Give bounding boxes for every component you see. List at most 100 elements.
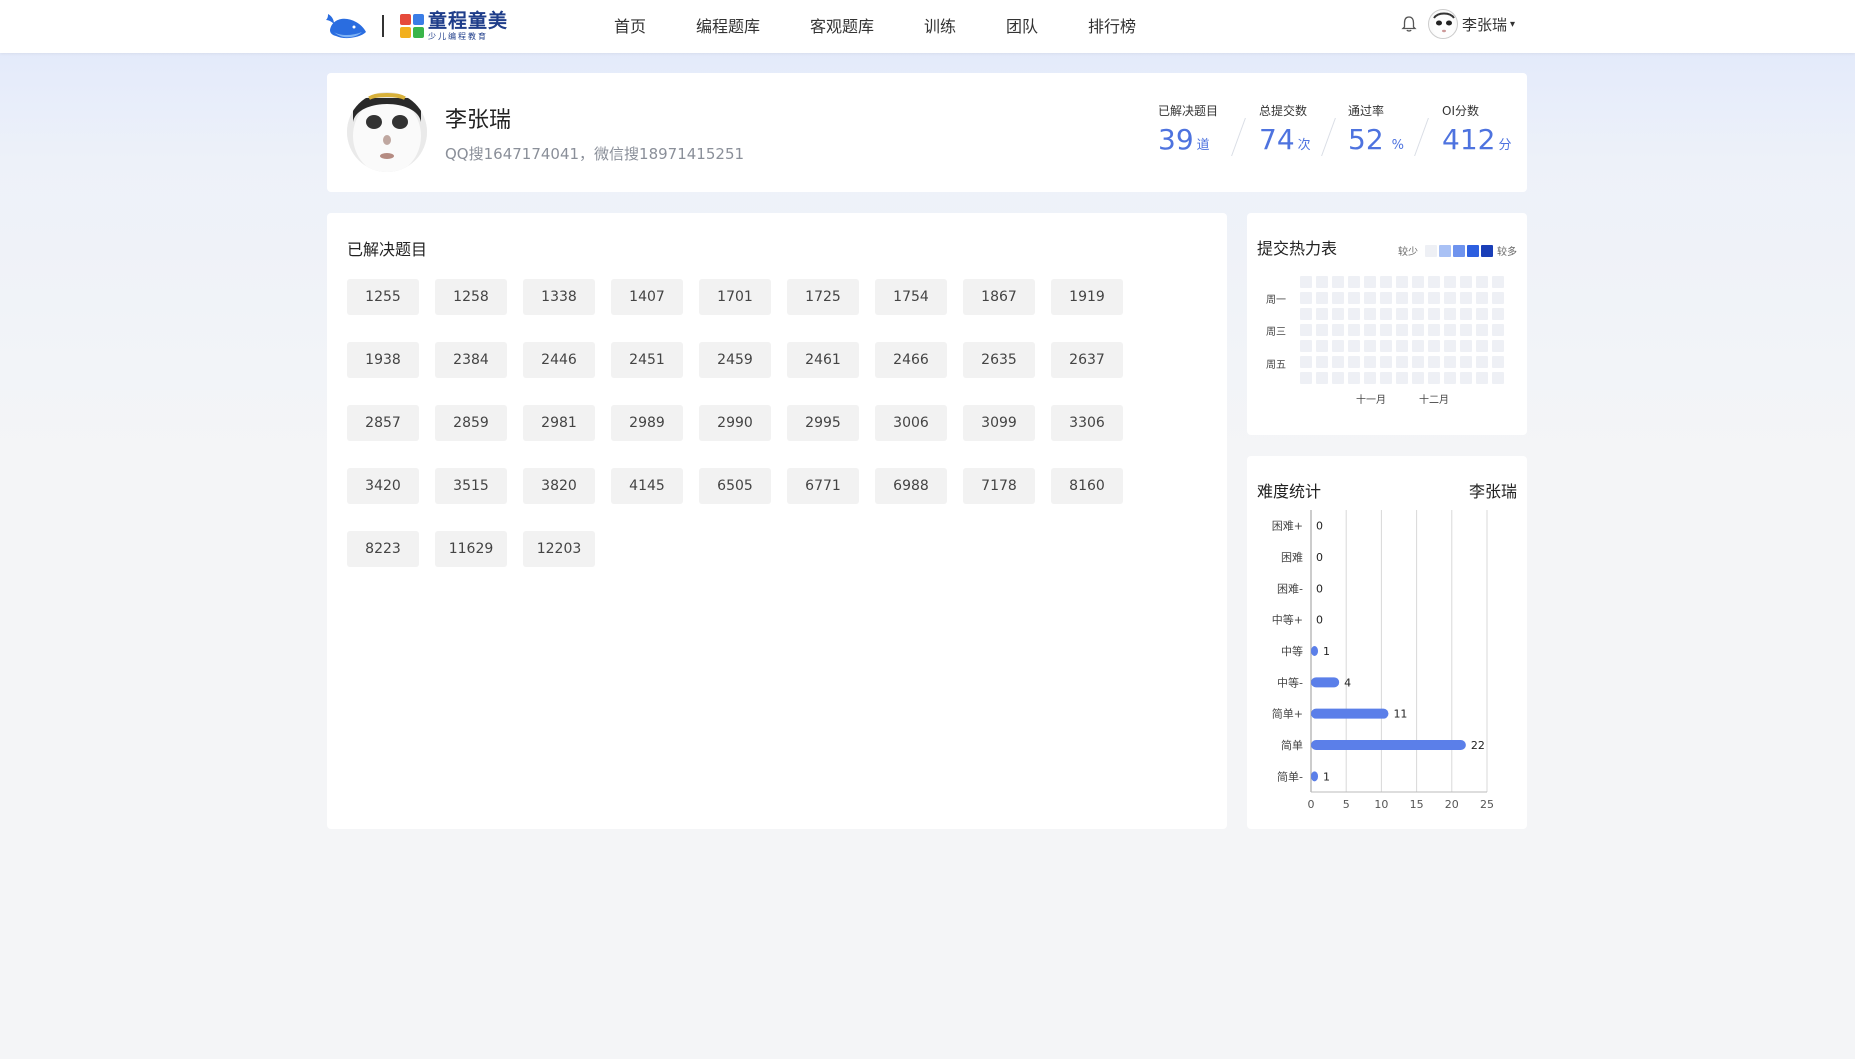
heatmap-cell [1492, 324, 1504, 336]
brand-sub-text: 少儿编程教育 [428, 31, 488, 41]
heatmap-cell [1428, 324, 1440, 336]
stat-submissions: 总提交数 74 次 [1259, 102, 1311, 156]
heatmap-cell [1492, 308, 1504, 320]
problem-tag[interactable]: 1754 [875, 279, 947, 315]
problem-tag[interactable]: 3515 [435, 468, 507, 504]
problem-tag[interactable]: 1258 [435, 279, 507, 315]
stat-number: 52 [1348, 123, 1384, 156]
value-label: 0 [1316, 551, 1323, 564]
problem-tag[interactable]: 2451 [611, 342, 683, 378]
legend-swatches [1424, 244, 1494, 257]
problem-tag[interactable]: 2446 [523, 342, 595, 378]
submission-heatmap-card: 提交热力表 较少 较多 周一 周三 周五 十一月 十二月 [1247, 213, 1527, 435]
problem-tag[interactable]: 3820 [523, 468, 595, 504]
heatmap-cell [1412, 276, 1424, 288]
problem-tag[interactable]: 3306 [1051, 405, 1123, 441]
category-label: 简单 [1281, 738, 1303, 752]
problem-tag[interactable]: 6505 [699, 468, 771, 504]
stat-divider [1231, 118, 1246, 156]
problem-tag[interactable]: 1338 [523, 279, 595, 315]
problem-tag[interactable]: 1701 [699, 279, 771, 315]
heatmap-cell [1316, 356, 1328, 368]
stat-value: 39 道 [1158, 123, 1218, 156]
heatmap-cell [1300, 292, 1312, 304]
problem-tag[interactable]: 2981 [523, 405, 595, 441]
nav-training[interactable]: 训练 [924, 13, 956, 37]
nav-home[interactable]: 首页 [614, 13, 646, 37]
problem-tag[interactable]: 1919 [1051, 279, 1123, 315]
problem-tag[interactable]: 8223 [347, 531, 419, 567]
stat-value: 412 分 [1442, 123, 1511, 156]
problem-tag[interactable]: 2990 [699, 405, 771, 441]
problem-tag[interactable]: 2857 [347, 405, 419, 441]
nav-user-name[interactable]: 李张瑞 [1462, 14, 1507, 35]
heatmap-cell [1428, 308, 1440, 320]
nav-objective-problems[interactable]: 客观题库 [810, 13, 874, 37]
x-tick-label: 0 [1308, 798, 1315, 811]
problem-tag[interactable]: 12203 [523, 531, 595, 567]
heatmap-cell [1492, 292, 1504, 304]
bar [1311, 708, 1389, 719]
profile-stats: 已解决题目 39 道 总提交数 74 次 通过率 52% OI分数 412 分 [1158, 102, 1511, 162]
profile-contact: QQ搜1647174041，微信搜18971415251 [445, 145, 745, 163]
problem-tag[interactable]: 1725 [787, 279, 859, 315]
heatmap-cell [1396, 276, 1408, 288]
problem-tag[interactable]: 2635 [963, 342, 1035, 378]
problem-tag[interactable]: 3099 [963, 405, 1035, 441]
heatmap-cell [1316, 372, 1328, 384]
problem-tag[interactable]: 2637 [1051, 342, 1123, 378]
nav-team[interactable]: 团队 [1006, 13, 1038, 37]
heatmap-cell [1332, 292, 1344, 304]
solved-title: 已解决题目 [347, 240, 428, 259]
problem-tag[interactable]: 7178 [963, 468, 1035, 504]
problem-tag[interactable]: 6988 [875, 468, 947, 504]
heatmap-cell [1396, 308, 1408, 320]
problem-tag[interactable]: 2995 [787, 405, 859, 441]
problem-tag[interactable]: 4145 [611, 468, 683, 504]
heatmap-cell [1460, 372, 1472, 384]
chevron-down-icon[interactable]: ▾ [1510, 19, 1515, 30]
avatar-face-icon [347, 92, 427, 172]
value-label: 0 [1316, 582, 1323, 595]
problem-tag[interactable]: 6771 [787, 468, 859, 504]
heatmap-cell [1364, 340, 1376, 352]
stat-divider [1321, 118, 1336, 156]
day-label-fri: 周五 [1266, 360, 1286, 371]
problem-tag[interactable]: 2461 [787, 342, 859, 378]
problem-tag[interactable]: 11629 [435, 531, 507, 567]
heatmap-cell [1300, 340, 1312, 352]
user-avatar[interactable] [1427, 9, 1458, 39]
problem-tag[interactable]: 3420 [347, 468, 419, 504]
problem-tag[interactable]: 2459 [699, 342, 771, 378]
heatmap-cell [1444, 308, 1456, 320]
heatmap-cell [1348, 372, 1360, 384]
problem-tag[interactable]: 2384 [435, 342, 507, 378]
heatmap-cell [1348, 292, 1360, 304]
value-label: 0 [1316, 520, 1323, 533]
nav-programming-problems[interactable]: 编程题库 [696, 13, 760, 37]
user-menu[interactable]: 李张瑞 ▾ [1400, 8, 1515, 40]
bar [1311, 740, 1466, 750]
problem-tag[interactable]: 1255 [347, 279, 419, 315]
site-logo[interactable]: 童程童美 少儿编程教育 [326, 6, 508, 46]
problem-tag[interactable]: 1407 [611, 279, 683, 315]
problem-tag[interactable]: 2989 [611, 405, 683, 441]
heatmap-cell [1348, 356, 1360, 368]
logo-divider [382, 15, 384, 37]
problem-tag[interactable]: 3006 [875, 405, 947, 441]
bar [1311, 677, 1340, 688]
heatmap-title: 提交热力表 [1257, 239, 1338, 258]
stat-label: 总提交数 [1259, 104, 1308, 118]
heatmap-cell [1444, 292, 1456, 304]
problem-tag[interactable]: 8160 [1051, 468, 1123, 504]
difficulty-stats-card: 难度统计 李张瑞 0 5 10 15 20 25 困难+ 0 困难 0 困难- 0 中等+ 0 中等 1 中等-… [1247, 456, 1527, 829]
heatmap-legend: 较少 较多 [1398, 243, 1517, 258]
nav-ranking[interactable]: 排行榜 [1088, 13, 1136, 37]
heatmap-cell [1428, 340, 1440, 352]
problem-tag[interactable]: 2466 [875, 342, 947, 378]
heatmap-cell [1476, 324, 1488, 336]
problem-tag[interactable]: 1867 [963, 279, 1035, 315]
bell-icon[interactable] [1400, 15, 1418, 33]
problem-tag[interactable]: 2859 [435, 405, 507, 441]
problem-tag[interactable]: 1938 [347, 342, 419, 378]
